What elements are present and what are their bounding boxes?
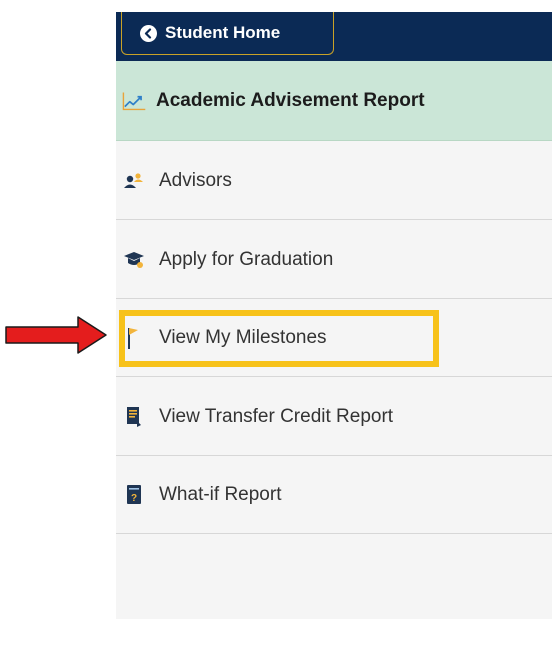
chart-line-icon — [122, 89, 146, 113]
student-home-button[interactable]: Student Home — [121, 12, 334, 55]
menu-item-academic-advisement-report[interactable]: Academic Advisement Report — [116, 61, 552, 141]
menu-item-apply-for-graduation[interactable]: Apply for Graduation — [116, 221, 552, 299]
menu-item-label: What-if Report — [159, 484, 282, 505]
menu-item-what-if-report[interactable]: ? What-if Report — [116, 457, 552, 534]
transfer-report-icon — [122, 405, 146, 429]
menu-item-label: View Transfer Credit Report — [159, 405, 394, 427]
menu-item-advisors[interactable]: Advisors — [116, 142, 552, 220]
advisors-icon — [122, 169, 146, 193]
back-chevron-icon — [140, 24, 157, 42]
svg-text:?: ? — [131, 493, 137, 504]
top-bar: Student Home — [116, 12, 552, 61]
menu-item-view-transfer-credit-report[interactable]: View Transfer Credit Report — [116, 378, 552, 456]
menu-item-label: Apply for Graduation — [159, 248, 334, 270]
menu-item-label: Advisors — [159, 169, 232, 191]
menu-item-label: Academic Advisement Report — [156, 89, 425, 111]
student-home-label: Student Home — [165, 23, 281, 42]
graduation-cap-icon — [122, 248, 146, 272]
pointer-arrow-icon — [5, 316, 107, 354]
highlight-box — [119, 310, 439, 367]
what-if-report-icon: ? — [122, 483, 146, 507]
